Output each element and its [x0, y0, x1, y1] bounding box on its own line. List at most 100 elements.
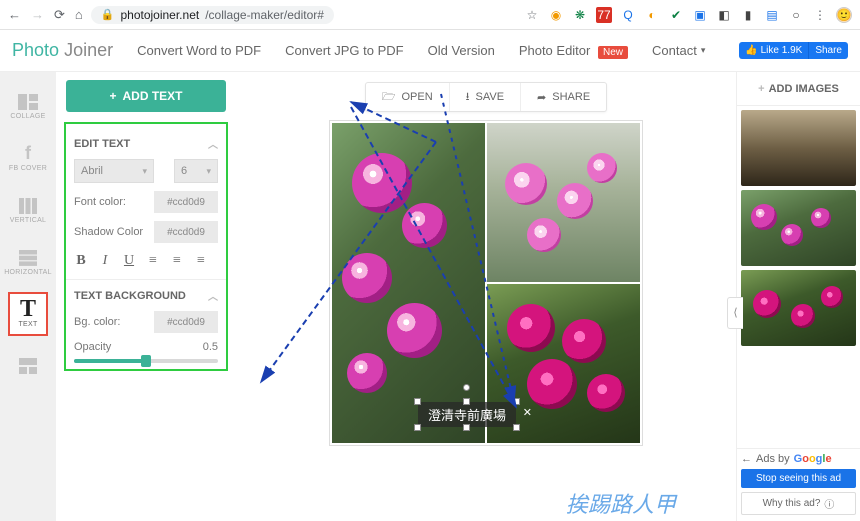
- extension-tray: ☆ ◉ ❋ 77 Q ◐ ✔ ▣ ◧ ▮ ▤ ○ ⋮ 🙂: [524, 7, 852, 23]
- back-arrow-icon[interactable]: ←: [741, 453, 752, 465]
- thumbnail-list: [737, 106, 860, 448]
- delete-text-icon[interactable]: ✕: [523, 406, 532, 419]
- stop-ad-button[interactable]: Stop seeing this ad: [741, 469, 856, 488]
- rail-text[interactable]: T TEXT: [8, 292, 48, 336]
- facebook-icon: f: [17, 145, 39, 163]
- rail-fb-cover[interactable]: f FB COVER: [8, 136, 48, 180]
- ext-icon[interactable]: ▮: [740, 7, 756, 23]
- why-ad-button[interactable]: Why this ad?ⓘ: [741, 492, 856, 515]
- add-text-button[interactable]: + ADD TEXT: [66, 80, 226, 112]
- thumbnail[interactable]: [741, 190, 856, 266]
- align-left-button[interactable]: ≡: [146, 253, 160, 269]
- text-icon: T: [17, 301, 39, 319]
- text-overlay[interactable]: 澄清寺前廣場 ✕: [418, 402, 516, 427]
- nav-contact[interactable]: Contact ▾: [652, 43, 705, 58]
- url-host: photojoiner.net: [120, 8, 199, 22]
- ext-icon[interactable]: ◐: [644, 7, 660, 23]
- collage-icon: [17, 93, 39, 111]
- canvas-area: 🗁OPEN ⭳SAVE ➦SHARE: [236, 72, 736, 521]
- gmail-icon[interactable]: 77: [596, 7, 612, 23]
- right-panel: + ADD IMAGES ⟨ ← Ads by Google Stop s: [736, 72, 860, 521]
- bg-color-label: Bg. color:: [74, 316, 120, 328]
- rail-horizontal[interactable]: HORIZONTAL: [8, 240, 48, 284]
- font-color-label: Font color:: [74, 196, 126, 208]
- nav-word-to-pdf[interactable]: Convert Word to PDF: [137, 43, 261, 58]
- italic-button[interactable]: I: [98, 253, 112, 269]
- canvas-toolbar: 🗁OPEN ⭳SAVE ➦SHARE: [365, 82, 607, 112]
- url-path: /collage-maker/editor#: [205, 8, 324, 22]
- nav-old-version[interactable]: Old Version: [428, 43, 495, 58]
- font-color-input[interactable]: #ccd0d9: [154, 191, 218, 213]
- open-button[interactable]: 🗁OPEN: [366, 83, 449, 111]
- underline-button[interactable]: U: [122, 253, 136, 269]
- caret-icon: ▾: [142, 166, 147, 177]
- opacity-label: Opacity: [74, 341, 111, 353]
- share-button[interactable]: ➦SHARE: [520, 83, 606, 111]
- fb-like-button[interactable]: 👍Like 1.9K: [739, 42, 808, 59]
- shadow-color-label: Shadow Color: [74, 226, 143, 238]
- shadow-color-input[interactable]: #ccd0d9: [154, 221, 218, 243]
- ext-icon[interactable]: Q: [620, 7, 636, 23]
- caret-icon: ▾: [206, 166, 211, 177]
- rail-layout[interactable]: [8, 344, 48, 388]
- save-button[interactable]: ⭳SAVE: [449, 83, 520, 111]
- align-center-button[interactable]: ≡: [170, 253, 184, 269]
- info-icon: ⓘ: [824, 496, 834, 511]
- opacity-slider[interactable]: [74, 359, 218, 363]
- add-images-button[interactable]: + ADD IMAGES: [737, 72, 860, 106]
- font-family-select[interactable]: Abril▾: [74, 159, 154, 183]
- text-bg-title: TEXT BACKGROUND ︿: [74, 288, 218, 303]
- tool-rail: COLLAGE f FB COVER VERTICAL HORIZONTAL T…: [0, 72, 56, 521]
- address-bar[interactable]: 🔒 photojoiner.net/collage-maker/editor#: [91, 6, 334, 24]
- google-logo: Google: [794, 453, 832, 465]
- reload-icon[interactable]: ⟳: [54, 7, 65, 23]
- ext-icon[interactable]: ▤: [764, 7, 780, 23]
- thumbnail[interactable]: [741, 270, 856, 346]
- collage-tile[interactable]: [332, 123, 485, 443]
- forward-icon[interactable]: →: [31, 7, 44, 22]
- browser-chrome: ← → ⟳ ⌂ 🔒 photojoiner.net/collage-maker/…: [0, 0, 860, 30]
- thumbnail[interactable]: [741, 110, 856, 186]
- ads-collapse-icon[interactable]: ⟨: [727, 297, 743, 329]
- menu-icon[interactable]: ⋮: [812, 7, 828, 23]
- bg-color-input[interactable]: #ccd0d9: [154, 311, 218, 333]
- nav-photo-editor[interactable]: Photo Editor New: [519, 43, 628, 58]
- brand-logo[interactable]: Photo Joiner: [12, 40, 113, 61]
- evernote-icon[interactable]: ❋: [572, 7, 588, 23]
- ext-icon[interactable]: ○: [788, 7, 804, 23]
- home-icon[interactable]: ⌂: [75, 7, 83, 22]
- ext-icon[interactable]: ▣: [692, 7, 708, 23]
- text-panel: + ADD TEXT EDIT TEXT ︿ Abril▾ 6▾ Font co…: [56, 72, 236, 521]
- rail-collage[interactable]: COLLAGE: [8, 84, 48, 128]
- ext-icon[interactable]: ◉: [548, 7, 564, 23]
- thumb-icon: 👍: [745, 45, 757, 56]
- layout-icon: [17, 357, 39, 375]
- folder-icon: 🗁: [382, 88, 396, 107]
- profile-avatar[interactable]: 🙂: [836, 7, 852, 23]
- star-icon[interactable]: ☆: [524, 7, 540, 23]
- back-icon[interactable]: ←: [8, 7, 21, 22]
- ext-icon[interactable]: ✔: [668, 7, 684, 23]
- collage-canvas[interactable]: 澄清寺前廣場 ✕: [329, 120, 643, 446]
- vertical-icon: [17, 197, 39, 215]
- format-row: B I U ≡ ≡ ≡: [74, 253, 218, 269]
- site-header: Photo Joiner Convert Word to PDF Convert…: [0, 30, 860, 72]
- watermark: 挨踢路人甲: [566, 487, 676, 519]
- browser-nav: ← → ⟳ ⌂: [8, 7, 83, 23]
- edit-text-title: EDIT TEXT ︿: [74, 136, 218, 151]
- plus-icon: +: [109, 89, 116, 103]
- chevron-up-icon[interactable]: ︿: [208, 136, 218, 151]
- share-icon: ➦: [537, 91, 546, 104]
- align-right-button[interactable]: ≡: [194, 253, 208, 269]
- fb-share-button[interactable]: Share: [808, 42, 848, 59]
- chevron-up-icon[interactable]: ︿: [208, 288, 218, 303]
- collage-tile[interactable]: [487, 123, 640, 282]
- plus-icon: +: [758, 83, 764, 95]
- ext-icon[interactable]: ◧: [716, 7, 732, 23]
- font-size-select[interactable]: 6▾: [174, 159, 218, 183]
- ads-box: ← Ads by Google Stop seeing this ad Why …: [737, 448, 860, 521]
- nav-jpg-to-pdf[interactable]: Convert JPG to PDF: [285, 43, 403, 58]
- rail-vertical[interactable]: VERTICAL: [8, 188, 48, 232]
- horizontal-icon: [17, 249, 39, 267]
- bold-button[interactable]: B: [74, 253, 88, 269]
